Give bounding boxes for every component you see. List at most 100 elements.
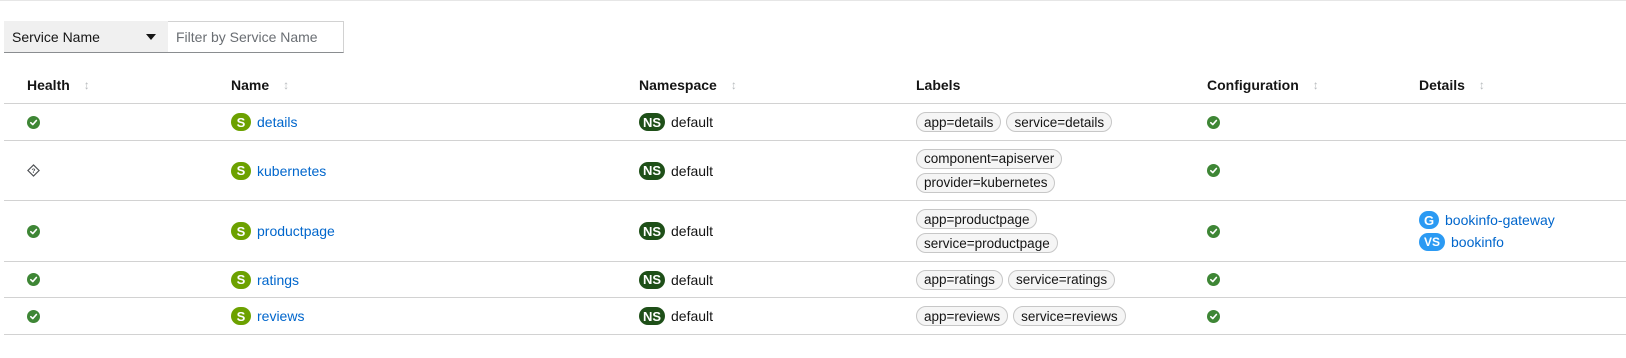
table-row: Sratings NS default app=ratings service=rati… [4, 262, 1626, 298]
service-link[interactable]: kubernetes [257, 163, 326, 179]
name-cell: Skubernetes [231, 141, 326, 200]
label-chip: app=reviews [916, 306, 1009, 326]
namespace-cell: NS default [639, 104, 713, 140]
unknown-health-icon: ? [27, 164, 40, 177]
labels-cell: component=apiserver provider=kubernetes [916, 141, 1063, 200]
column-configuration[interactable]: Configuration ↕ [1207, 66, 1319, 104]
table-row: Sreviews NS default app=reviews service=revi… [4, 298, 1626, 335]
check-circle-icon [27, 309, 40, 323]
column-name[interactable]: Name ↕ [231, 66, 289, 104]
namespace-badge: NS [639, 307, 665, 325]
name-cell: Sreviews [231, 298, 304, 334]
health-cell [27, 201, 40, 261]
sort-icon[interactable]: ↕ [1313, 79, 1319, 91]
namespace-badge: NS [639, 270, 665, 289]
table-row: Sdetails NS default app=details service=deta… [4, 104, 1626, 141]
top-divider [0, 0, 1626, 1]
detail-item: Gbookinfo-gateway [1419, 210, 1555, 230]
service-badge: S [231, 222, 251, 240]
check-circle-icon [1207, 273, 1220, 286]
filter-type-select[interactable]: Service Name [4, 21, 168, 53]
namespace-badge: NS [639, 222, 665, 240]
service-badge: S [231, 270, 251, 289]
check-circle-icon [1207, 224, 1220, 238]
column-configuration-label: Configuration [1207, 77, 1299, 93]
service-badge: S [231, 161, 251, 180]
configuration-cell [1207, 104, 1220, 140]
health-cell [27, 104, 40, 140]
sort-icon[interactable]: ↕ [1479, 79, 1485, 91]
labels-cell: app=details service=details [916, 104, 1113, 140]
namespace-cell: NS default [639, 141, 713, 200]
namespace-name: default [671, 271, 714, 288]
labels-cell: app=reviews service=reviews [916, 298, 1126, 334]
configuration-cell [1207, 298, 1220, 334]
service-badge: S [231, 307, 251, 325]
column-health-label: Health [27, 77, 70, 93]
name-cell: Sdetails [231, 104, 297, 140]
service-link[interactable]: details [257, 114, 297, 130]
namespace-name: default [671, 308, 714, 324]
column-health[interactable]: Health ↕ [27, 66, 90, 104]
service-link[interactable]: reviews [257, 308, 304, 324]
name-cell: Sratings [231, 262, 299, 297]
name-cell: Sproductpage [231, 201, 335, 261]
label-chip: service=reviews [1013, 306, 1126, 326]
check-circle-icon [27, 224, 40, 238]
check-circle-icon [1207, 309, 1220, 323]
virtual-service-link[interactable]: bookinfo [1451, 234, 1504, 250]
namespace-cell: NS default [639, 298, 713, 334]
configuration-cell [1207, 141, 1220, 200]
namespace-name: default [671, 114, 714, 130]
service-link[interactable]: ratings [257, 272, 299, 288]
check-circle-icon [27, 273, 40, 286]
namespace-name: default [671, 162, 714, 179]
column-labels-label: Labels [916, 77, 961, 93]
service-badge: S [231, 113, 251, 131]
sort-icon[interactable]: ↕ [84, 79, 90, 91]
configuration-cell [1207, 262, 1220, 297]
namespace-badge: NS [639, 161, 665, 180]
labels-cell: app=productpage service=productpage [916, 201, 1058, 261]
filter-type-label: Service Name [12, 28, 100, 45]
check-circle-icon [27, 115, 40, 129]
service-link[interactable]: productpage [257, 223, 335, 239]
table-row: ? Skubernetes NS default component=apiserver… [4, 141, 1626, 201]
virtual-service-badge: VS [1419, 233, 1445, 251]
namespace-cell: NS default [639, 262, 713, 297]
column-details[interactable]: Details ↕ [1419, 66, 1485, 104]
sort-icon[interactable]: ↕ [731, 79, 737, 91]
detail-item: VS bookinfo [1419, 232, 1504, 252]
svg-text:?: ? [32, 168, 36, 175]
filter-toolbar: Service Name [4, 21, 344, 53]
label-chip: service=productpage [916, 233, 1058, 253]
label-chip: service=details [1006, 112, 1113, 132]
gateway-badge: G [1419, 211, 1439, 229]
check-circle-icon [1207, 164, 1220, 177]
column-namespace[interactable]: Namespace ↕ [639, 66, 737, 104]
table-row: Sproductpage NS default app=productpage serv… [4, 201, 1626, 262]
sort-icon[interactable]: ↕ [283, 79, 289, 91]
table-body: Sdetails NS default app=details service=deta… [4, 104, 1626, 335]
column-namespace-label: Namespace [639, 77, 717, 93]
health-cell: ? [27, 141, 40, 200]
health-cell [27, 298, 40, 334]
labels-cell: app=ratings service=ratings [916, 262, 1116, 297]
label-chip: app=ratings [916, 269, 1003, 290]
column-details-label: Details [1419, 77, 1465, 93]
check-circle-icon [1207, 115, 1220, 129]
caret-down-icon [146, 33, 156, 40]
column-labels: Labels [916, 66, 960, 104]
gateway-link[interactable]: bookinfo-gateway [1445, 212, 1555, 228]
health-cell [27, 262, 40, 297]
column-name-label: Name [231, 77, 270, 93]
table-header: Health ↕ Name ↕ Namespace ↕ Labels Confi… [4, 66, 1626, 104]
label-chip: app=details [916, 112, 1002, 132]
namespace-cell: NS default [639, 201, 713, 261]
details-cell: Gbookinfo-gateway VS bookinfo [1419, 201, 1555, 261]
services-table: Health ↕ Name ↕ Namespace ↕ Labels Confi… [4, 66, 1626, 335]
filter-input[interactable] [168, 21, 344, 53]
label-chip: component=apiserver [916, 148, 1063, 169]
label-chip: provider=kubernetes [916, 172, 1056, 193]
configuration-cell [1207, 201, 1220, 261]
